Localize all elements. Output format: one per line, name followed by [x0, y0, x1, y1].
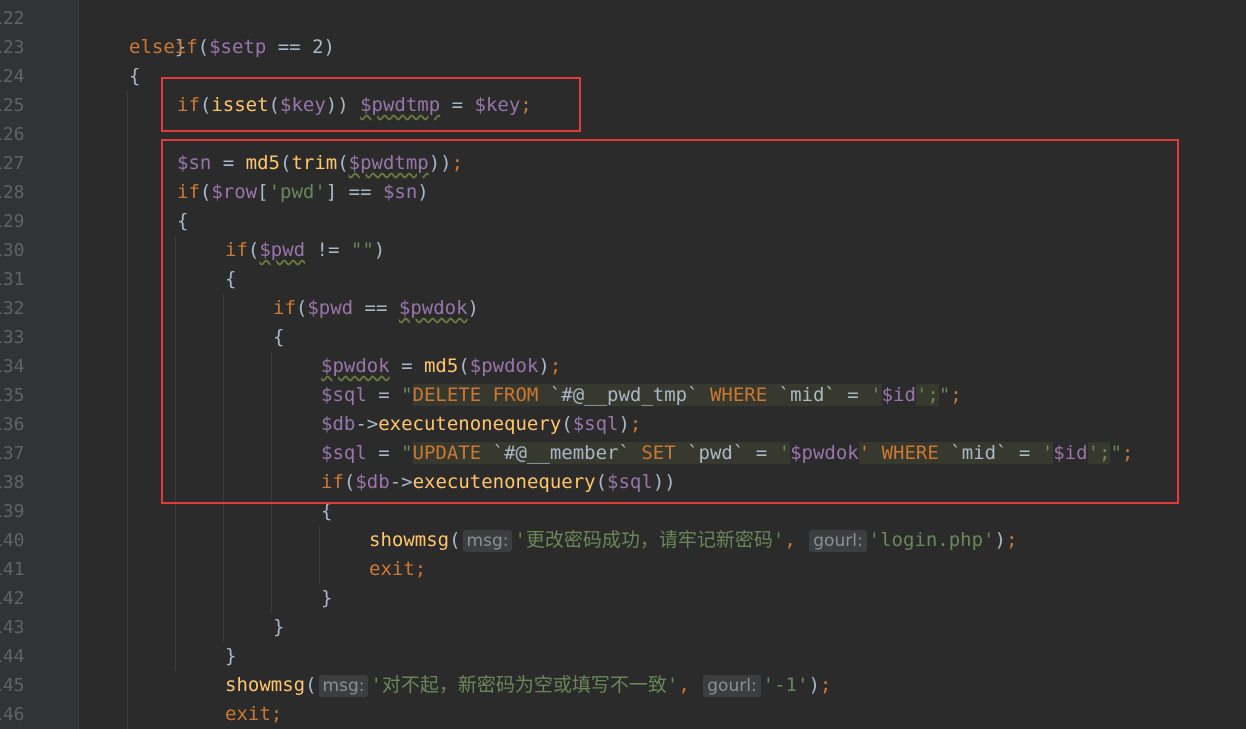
line-number: 122 [0, 8, 25, 29]
param-hint-gourl: gourl: [809, 530, 867, 552]
line-number: 136 [0, 414, 25, 435]
code-line-146: exit; [225, 703, 283, 725]
indent-guide [127, 91, 128, 729]
line-number: 140 [0, 530, 25, 551]
code-line-141: exit; [369, 558, 427, 580]
line-number: 134 [0, 356, 25, 377]
param-hint-gourl: gourl: [703, 675, 761, 697]
line-number: 141 [0, 559, 25, 580]
line-number: 130 [0, 240, 25, 261]
line-number: 143 [0, 617, 25, 638]
line-number: 127 [0, 153, 25, 174]
line-number: 131 [0, 269, 25, 290]
line-number: 137 [0, 443, 25, 464]
line-number: 123 [0, 37, 25, 58]
highlight-box-password-update [161, 139, 1179, 504]
line-number-gutter: 122 123 124 125 126 127 128 129 130 131 … [0, 0, 79, 729]
param-hint-msg: msg: [318, 675, 369, 697]
line-number: 145 [0, 675, 25, 696]
line-number: 138 [0, 472, 25, 493]
indent-guide [319, 526, 320, 584]
code-line-142: } [321, 587, 333, 609]
line-number: 135 [0, 385, 25, 406]
code-line-122: } [174, 36, 187, 58]
code-line-145: showmsg(msg: '对不起，新密码为空或填写不一致', gourl: '-1… [225, 674, 832, 697]
param-hint-msg: msg: [462, 530, 513, 552]
code-line-123: elseif($setp == 2) [129, 36, 335, 58]
line-number: 142 [0, 588, 25, 609]
line-number: 139 [0, 501, 25, 522]
highlight-box-isset [161, 77, 581, 132]
line-number: 125 [0, 95, 25, 116]
line-number: 126 [0, 124, 25, 145]
code-line-140: showmsg(msg: '更改密码成功，请牢记新密码', gourl:'logi… [369, 529, 1018, 552]
line-number: 132 [0, 298, 25, 319]
line-number: 133 [0, 327, 25, 348]
line-number: 144 [0, 646, 25, 667]
code-line-124: { [129, 65, 141, 87]
line-number: 128 [0, 182, 25, 203]
line-number: 129 [0, 211, 25, 232]
line-number: 124 [0, 66, 25, 87]
line-number: 146 [0, 704, 25, 725]
code-line-144: } [225, 645, 237, 667]
code-line-143: } [273, 616, 285, 638]
